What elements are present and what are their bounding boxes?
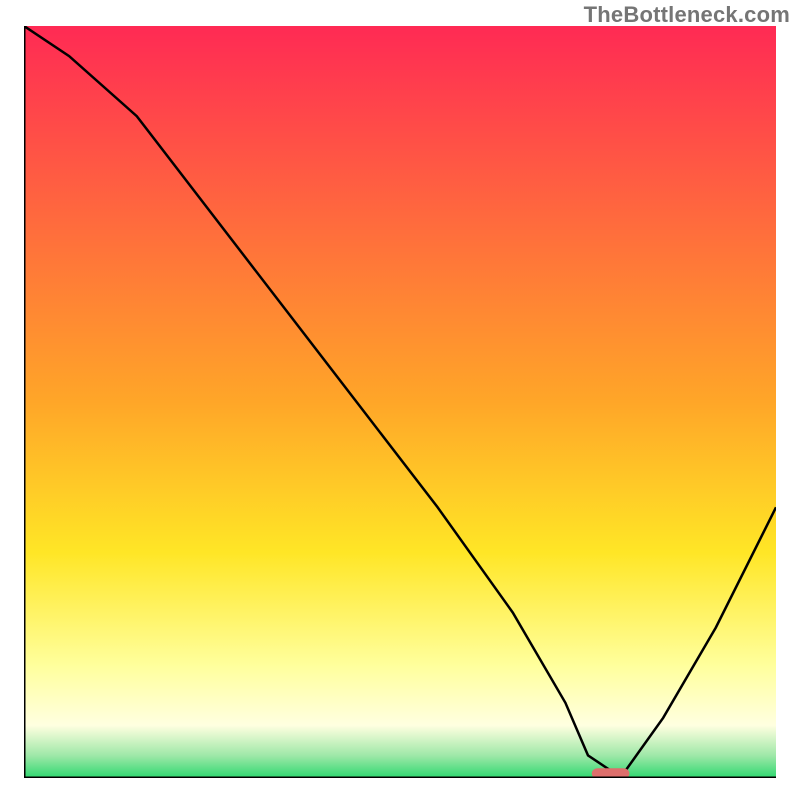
plot-background [24, 26, 776, 778]
chart-svg [24, 26, 776, 778]
chart-container: TheBottleneck.com [0, 0, 800, 800]
watermark-label: TheBottleneck.com [584, 2, 790, 28]
plot-area [24, 26, 776, 778]
